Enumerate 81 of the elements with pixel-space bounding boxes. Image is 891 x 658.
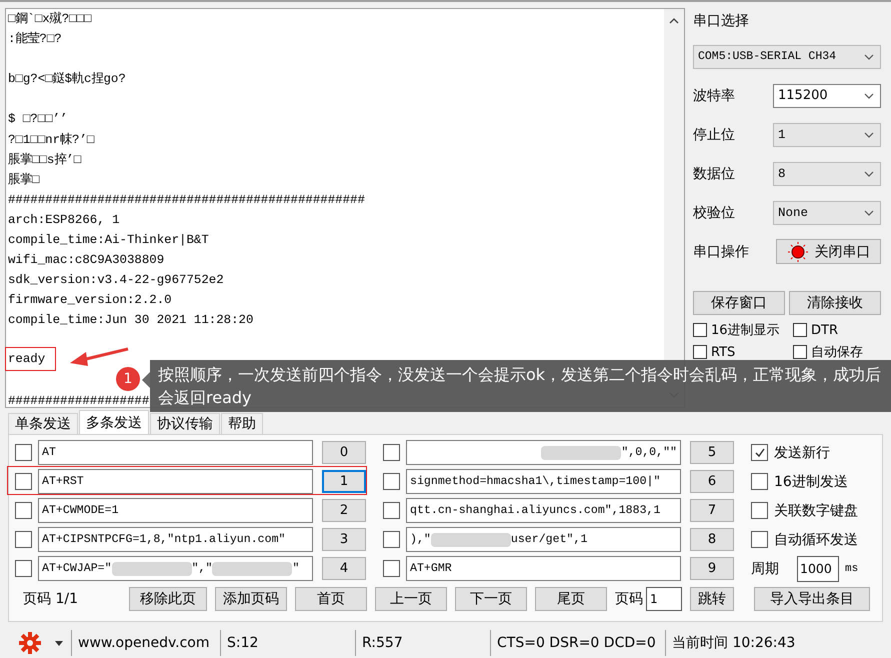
- setting-label: 校验位: [693, 204, 735, 222]
- option-label: 16进制发送: [774, 472, 848, 490]
- send-button[interactable]: 6: [690, 470, 734, 493]
- terminal-line: ################################################: [8, 192, 365, 209]
- terminal-line: compile_time:Jun 30 2021 11:28:20: [8, 312, 254, 330]
- website-link[interactable]: www.openedv.com: [71, 630, 220, 656]
- send-button[interactable]: 5: [690, 441, 734, 464]
- command-field[interactable]: signmethod=hmacsha1\,timestamp=100|": [406, 469, 681, 494]
- goto-button[interactable]: 跳转: [690, 587, 734, 611]
- option-label: 自动循环发送: [774, 530, 858, 548]
- terminal-line: □鋼`□x殧?□□□: [8, 10, 92, 28]
- setting-label: 停止位: [693, 126, 735, 144]
- page-field[interactable]: 1: [646, 587, 682, 611]
- page-button[interactable]: 下一页: [455, 587, 527, 611]
- port-select[interactable]: COM5:USB-SERIAL CH34: [693, 44, 881, 68]
- unit-label: ms: [845, 562, 858, 574]
- option-label: 16进制显示: [711, 322, 780, 339]
- send-button[interactable]: 2: [322, 499, 366, 522]
- setting-label: 串口操作: [693, 242, 749, 260]
- terminal-line: $ □?□□’’: [8, 111, 68, 128]
- send-button[interactable]: 4: [322, 557, 366, 580]
- received-count: R:557: [355, 630, 490, 656]
- command-field[interactable]: AT+CIPSNTPCFG=1,8,"ntp1.aliyun.com": [38, 527, 313, 552]
- setting-select[interactable]: 1: [773, 122, 881, 146]
- setting-select[interactable]: 115200: [773, 84, 881, 108]
- tab[interactable]: 单条发送: [8, 413, 78, 434]
- command-field[interactable]: )," user/get",1: [406, 527, 681, 552]
- period-label: 周期: [751, 560, 779, 578]
- terminal-line: :能莹?□?: [8, 30, 62, 48]
- import-export-button[interactable]: 导入导出条目: [754, 587, 870, 611]
- option-label: 自动保存: [811, 344, 863, 361]
- command-field[interactable]: ",0,0,"": [406, 440, 681, 465]
- port-toggle-button[interactable]: 关闭串口: [776, 239, 881, 264]
- receive-button[interactable]: 保存窗口: [693, 291, 785, 315]
- send-button[interactable]: 0: [322, 441, 366, 464]
- page-button[interactable]: 添加页码: [215, 587, 287, 611]
- terminal-line: wifi_mac:c8C9A3038809: [8, 252, 164, 270]
- page-label: 页码 1/1: [22, 590, 79, 608]
- option-label: RTS: [711, 344, 736, 360]
- send-button[interactable]: 8: [690, 528, 734, 551]
- tab[interactable]: 多条发送: [79, 410, 149, 434]
- terminal-line: arch:ESP8266, 1: [8, 212, 120, 229]
- command-field[interactable]: AT: [38, 440, 313, 465]
- page-button[interactable]: 移除此页: [129, 587, 207, 611]
- sent-count: S:12: [220, 630, 355, 656]
- command-field[interactable]: AT+RST: [38, 469, 313, 494]
- setting-label: 波特率: [693, 86, 735, 104]
- setting-label: 数据位: [693, 164, 735, 182]
- option-label: DTR: [811, 322, 838, 338]
- receive-button[interactable]: 清除接收: [789, 291, 881, 315]
- tab[interactable]: 帮助: [221, 413, 263, 434]
- terminal-line: 脹掌□□s捽’□: [8, 152, 82, 169]
- terminal-line: firmware_version:2.2.0: [8, 292, 172, 310]
- terminal-line: compile_time:Ai-Thinker|B&T: [8, 232, 209, 250]
- page-button[interactable]: 首页: [295, 587, 367, 611]
- current-time: 当前时间 10:26:43: [665, 630, 796, 656]
- command-field[interactable]: AT+CWMODE=1: [38, 498, 313, 523]
- annotation-tooltip: 按照顺序，一次发送前四个指令，没发送一个会提示ok，发送第二个指令时会乱码，正常现象，成功后会返回ready: [150, 360, 891, 412]
- setting-label: 串口选择: [693, 12, 750, 30]
- command-field[interactable]: AT+CWJAP=" "," ": [38, 556, 313, 581]
- tab[interactable]: 协议传输: [150, 413, 220, 434]
- command-field[interactable]: AT+GMR: [406, 556, 681, 581]
- option-label: 关联数字键盘: [774, 502, 858, 520]
- terminal-line: 脹掌□: [8, 172, 40, 189]
- option-label: 发送新行: [774, 444, 830, 462]
- send-button[interactable]: 7: [690, 499, 734, 522]
- terminal-line: ?□1□□nr帓?’□: [8, 132, 94, 149]
- page-button[interactable]: 上一页: [375, 587, 447, 611]
- command-field[interactable]: qtt.cn-shanghai.aliyuncs.com",1883,1: [406, 498, 681, 523]
- page-label: 页码: [615, 590, 643, 608]
- terminal-line: sdk_version:v3.4-22-g967752e2: [8, 272, 224, 290]
- send-button[interactable]: 3: [322, 528, 366, 551]
- setting-select[interactable]: 8: [773, 162, 881, 186]
- terminal-line: b□g?<□鎹$軌c捏go?: [8, 70, 126, 88]
- period-field[interactable]: 1000: [797, 556, 839, 582]
- setting-select[interactable]: None: [773, 200, 881, 224]
- line-status: CTS=0 DSR=0 DCD=0: [490, 630, 665, 656]
- page-button[interactable]: 尾页: [535, 587, 607, 611]
- send-button[interactable]: 1: [322, 470, 366, 493]
- terminal-line: ###################: [8, 392, 150, 410]
- send-button[interactable]: 9: [690, 557, 734, 580]
